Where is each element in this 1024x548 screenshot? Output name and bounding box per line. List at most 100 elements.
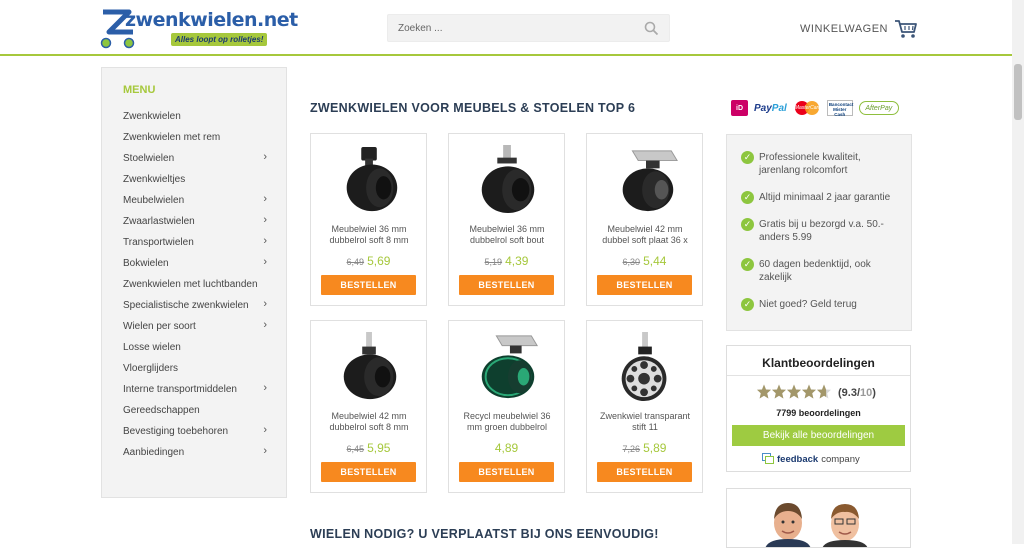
sidebar-item-bevestiging-toebehoren[interactable]: Bevestiging toebehoren ›: [123, 421, 271, 442]
product-image[interactable]: [335, 331, 405, 403]
sidebar-item-label: Zwaarlastwielen: [123, 216, 195, 227]
usp-text: Niet goed? Geld terug: [759, 299, 857, 310]
product-image[interactable]: [335, 144, 405, 216]
product-image[interactable]: [473, 144, 543, 216]
chevron-right-icon[interactable]: ›: [263, 214, 267, 227]
sidebar-item-label: Zwenkwieltjes: [123, 174, 186, 185]
old-price: 6,45: [346, 444, 365, 454]
usp-box: ✓ Professionele kwaliteit, jarenlang rolc…: [726, 134, 912, 331]
order-button[interactable]: BESTELLEN: [459, 462, 554, 482]
chevron-right-icon[interactable]: ›: [263, 298, 267, 311]
search-icon[interactable]: [644, 21, 659, 36]
sidebar-item-stoelwielen[interactable]: Stoelwielen ›: [123, 148, 271, 169]
sidebar-item-transportwielen[interactable]: Transportwielen ›: [123, 232, 271, 253]
usp-text: Gratis bij u bezorgd v.a. 50.- anders 5.…: [759, 219, 884, 243]
usp-item: ✓ Niet goed? Geld terug: [741, 298, 899, 311]
product-image[interactable]: [473, 331, 543, 403]
chevron-right-icon[interactable]: ›: [263, 256, 267, 269]
mastercard-logo: MasterCard: [793, 100, 821, 116]
order-button[interactable]: BESTELLEN: [321, 462, 416, 482]
sidebar-item-label: Transportwielen: [123, 237, 194, 248]
chevron-right-icon[interactable]: ›: [263, 424, 267, 437]
order-button[interactable]: BESTELLEN: [459, 275, 554, 295]
sidebar-item-label: Interne transportmiddelen: [123, 384, 237, 395]
product-price: 4,89: [449, 439, 564, 457]
product-price: 6,49 5,69: [311, 252, 426, 270]
product-card[interactable]: Meubelwiel 42 mm dubbel soft plaat 36 x 6…: [586, 133, 703, 306]
product-card[interactable]: Recycl meubelwiel 36 mm groen dubbelrol 4…: [448, 320, 565, 493]
chevron-right-icon[interactable]: ›: [263, 235, 267, 248]
cart-icon: [895, 20, 917, 38]
product-card[interactable]: Meubelwiel 42 mm dubbelrol soft 8 mm 6,45…: [310, 320, 427, 493]
sidebar-item-label: Bevestiging toebehoren: [123, 426, 229, 437]
current-price: 5,89: [643, 441, 667, 455]
sidebar-item-label: Aanbiedingen: [123, 447, 185, 458]
sidebar-item-interne-transportmiddelen[interactable]: Interne transportmiddelen ›: [123, 379, 271, 400]
old-price: 5,19: [484, 257, 503, 267]
site-header: zwenkwielen.net Alles loopt op rolletjes…: [0, 0, 1012, 56]
sidebar-item-losse-wielen[interactable]: Losse wielen: [123, 337, 271, 358]
feedback-company-logo[interactable]: feedback company: [762, 453, 860, 465]
sidebar-item-zwenkwielen-met-luchtbanden[interactable]: Zwenkwielen met luchtbanden: [123, 274, 271, 295]
product-name[interactable]: Meubelwiel 42 mm dubbelrol soft 8 mm: [317, 411, 421, 433]
product-card[interactable]: Meubelwiel 36 mm dubbelrol soft bout 5,19…: [448, 133, 565, 306]
menu-title: MENU: [123, 84, 156, 96]
product-name[interactable]: Meubelwiel 36 mm dubbelrol soft bout: [455, 224, 559, 246]
product-image[interactable]: [611, 144, 681, 216]
chevron-right-icon[interactable]: ›: [263, 193, 267, 206]
cart-button[interactable]: WINKELWAGEN: [800, 19, 918, 39]
product-card[interactable]: Zwenkwiel transparant stift 11 7,26 5,89 BE…: [586, 320, 703, 493]
section-title: ZWENKWIELEN VOOR MEUBELS & STOELEN TOP 6: [310, 101, 636, 115]
current-price: 4,39: [505, 254, 529, 268]
view-reviews-button[interactable]: Bekijk alle beoordelingen: [732, 425, 905, 446]
payment-methods: iD PayPal MasterCard Bancontact Mister C…: [731, 100, 899, 117]
sidebar-item-zwenkwielen-met-rem[interactable]: Zwenkwielen met rem: [123, 127, 271, 148]
product-name[interactable]: Recycl meubelwiel 36 mm groen dubbelrol: [455, 411, 559, 433]
sidebar-item-meubelwielen[interactable]: Meubelwielen ›: [123, 190, 271, 211]
product-image[interactable]: [611, 331, 681, 403]
check-icon: ✓: [741, 298, 754, 311]
product-price: 6,30 5,44: [587, 252, 702, 270]
paypal-logo: PayPal: [754, 102, 787, 114]
sidebar-item-gereedschappen[interactable]: Gereedschappen: [123, 400, 271, 421]
scrollbar[interactable]: [1012, 0, 1024, 544]
product-price: 7,26 5,89: [587, 439, 702, 457]
chevron-right-icon[interactable]: ›: [263, 319, 267, 332]
sidebar-item-aanbiedingen[interactable]: Aanbiedingen ›: [123, 442, 271, 463]
cart-label: WINKELWAGEN: [800, 23, 889, 35]
order-button[interactable]: BESTELLEN: [597, 462, 692, 482]
chevron-right-icon[interactable]: ›: [263, 151, 267, 164]
sidebar-item-label: Zwenkwielen met luchtbanden: [123, 279, 258, 290]
section-title-2: WIELEN NODIG? U VERPLAATST BIJ ONS EENVO…: [310, 527, 659, 541]
product-name[interactable]: Zwenkwiel transparant stift 11: [593, 411, 697, 433]
usp-item: ✓ Altijd minimaal 2 jaar garantie: [741, 191, 899, 204]
sidebar-item-bokwielen[interactable]: Bokwielen ›: [123, 253, 271, 274]
sidebar-item-specialistische-zwenkwielen[interactable]: Specialistische zwenkwielen ›: [123, 295, 271, 316]
review-divider: [727, 375, 910, 376]
product-name[interactable]: Meubelwiel 42 mm dubbel soft plaat 36 x: [593, 224, 697, 246]
usp-item: ✓ 60 dagen bedenktijd, ook zakelijk: [741, 258, 899, 284]
sidebar-item-zwaarlastwielen[interactable]: Zwaarlastwielen ›: [123, 211, 271, 232]
scrollbar-thumb[interactable]: [1014, 64, 1022, 120]
current-price: 4,89: [494, 441, 519, 455]
search-input[interactable]: [388, 15, 628, 41]
sidebar-item-zwenkwieltjes[interactable]: Zwenkwieltjes: [123, 169, 271, 190]
sidebar-item-vloerglijders[interactable]: Vloerglijders: [123, 358, 271, 379]
old-price: 6,30: [622, 257, 641, 267]
current-price: 5,44: [643, 254, 667, 268]
sidebar-item-label: Gereedschappen: [123, 405, 200, 416]
site-logo[interactable]: zwenkwielen.net Alles loopt op rolletjes…: [99, 6, 298, 50]
sidebar-item-zwenkwielen[interactable]: Zwenkwielen: [123, 106, 271, 127]
order-button[interactable]: BESTELLEN: [321, 275, 416, 295]
review-widget: Klantbeoordelingen (9.3/10) 7799 beoorde…: [726, 345, 911, 472]
sidebar-item-wielen-per-soort[interactable]: Wielen per soort ›: [123, 316, 271, 337]
afterpay-logo: AfterPay: [858, 101, 899, 115]
order-button[interactable]: BESTELLEN: [597, 275, 692, 295]
review-score: (9.3/10): [838, 387, 876, 399]
chevron-right-icon[interactable]: ›: [263, 382, 267, 395]
usp-item: ✓ Gratis bij u bezorgd v.a. 50.- anders 5…: [741, 218, 899, 244]
product-card[interactable]: Meubelwiel 36 mm dubbelrol soft 8 mm 6,49…: [310, 133, 427, 306]
chevron-right-icon[interactable]: ›: [263, 445, 267, 458]
product-name[interactable]: Meubelwiel 36 mm dubbelrol soft 8 mm: [317, 224, 421, 246]
product-price: 5,19 4,39: [449, 252, 564, 270]
